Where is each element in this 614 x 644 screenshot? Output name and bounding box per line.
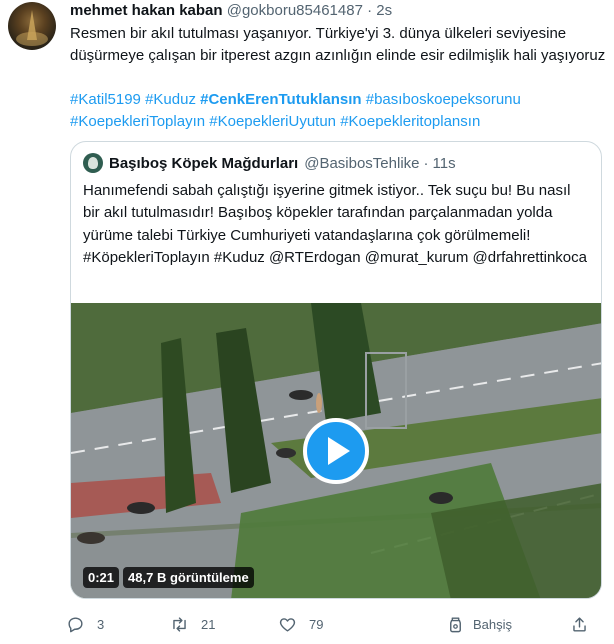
quoted-author-avatar[interactable] [83,153,103,173]
share-button[interactable] [570,612,601,636]
reply-icon [68,616,83,632]
reply-count: 3 [97,616,105,632]
tweet-text: Resmen bir akıl tutulması yaşanıyor. Tür… [70,25,606,65]
quoted-tweet-time[interactable]: 11s [433,155,456,172]
video-duration: 0:21 [83,567,120,588]
hashtag-link[interactable]: #KoepekleriToplayın [70,113,205,130]
hashtag-link[interactable]: #KoepekleriUyutun [209,113,336,130]
video-view-count: 48,7 B görüntüleme [123,567,254,588]
tip-button[interactable]: Bahşiş [446,612,512,636]
play-button[interactable] [303,418,369,484]
avatar-spire [27,10,37,40]
quoted-header-separator: · [423,154,429,172]
tweet[interactable]: mehmet hakan kaban @gokboru85461487 · 2s… [0,0,614,644]
video-player[interactable]: 0:21 48,7 B görüntüleme [71,303,601,598]
like-count: 79 [309,616,324,632]
header-separator: · [367,2,373,19]
reply-button[interactable]: 3 [66,612,104,636]
author-handle[interactable]: @gokboru85461487 [227,2,363,19]
hashtag-link[interactable]: #basıboskoepeksorunu [366,91,521,108]
quoted-author-handle[interactable]: @BasibosTehlike [304,155,419,172]
video-badges: 0:21 48,7 B görüntüleme [83,567,258,588]
quoted-tweet-text: Hanımefendi sabah çalıştığı işyerine git… [83,182,587,267]
play-icon [328,437,350,465]
hashtag-link[interactable]: #Kuduz [145,91,196,108]
heart-icon [279,617,296,632]
hashtag-link[interactable]: #CenkErenTutuklansın [200,91,361,108]
tweet-actions: 3 21 79 Bahşiş [62,612,602,636]
quoted-author-name[interactable]: Başıboş Köpek Mağdurları [109,155,298,172]
author-name[interactable]: mehmet hakan kaban [70,2,223,19]
tweet-header: mehmet hakan kaban @gokboru85461487 · 2s [70,2,392,22]
tweet-time[interactable]: 2s [376,2,392,19]
hashtag-link[interactable]: #Katil5199 [70,91,141,108]
tip-label: Bahşiş [473,616,513,632]
quoted-tweet[interactable]: Başıboş Köpek Mağdurları @BasibosTehlike… [70,141,602,599]
share-icon [573,616,586,632]
retweet-icon [173,616,186,632]
retweet-button[interactable]: 21 [170,612,215,636]
quoted-tweet-header: Başıboş Köpek Mağdurları @BasibosTehlike… [83,152,456,174]
retweet-count: 21 [201,616,216,632]
tweet-hashtags: #Katil5199 #Kuduz #CenkErenTutuklansın #… [70,89,606,134]
author-avatar[interactable] [8,2,56,50]
tip-jar-icon [450,616,461,632]
hashtag-link[interactable]: #Koepekleritoplansın [340,113,480,130]
like-button[interactable]: 79 [278,612,323,636]
